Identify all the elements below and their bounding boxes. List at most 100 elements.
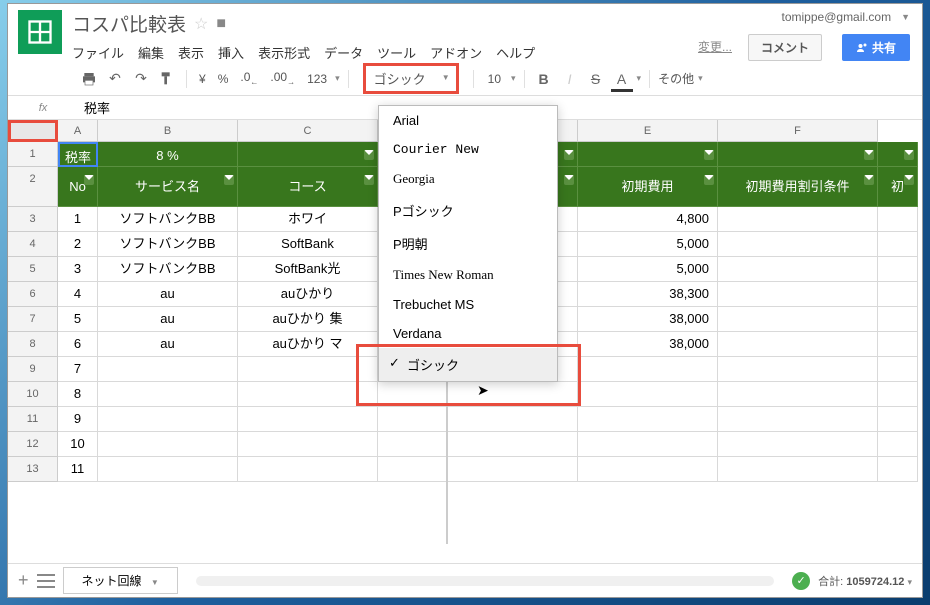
cell[interactable]: 5,000 <box>578 232 718 257</box>
cell[interactable]: ソフトバンクBB <box>98 232 238 257</box>
other-caret-icon[interactable]: ▾ <box>698 73 703 84</box>
cell[interactable]: 10 <box>58 432 98 457</box>
row-header[interactable]: 3 <box>8 207 58 232</box>
cell[interactable]: au <box>98 282 238 307</box>
select-all-corner[interactable] <box>8 120 58 142</box>
cell[interactable]: 2 <box>58 232 98 257</box>
cell[interactable] <box>578 382 718 407</box>
cell[interactable]: 4 <box>58 282 98 307</box>
cell[interactable]: 5 <box>58 307 98 332</box>
dec-increase-button[interactable]: .00→ <box>266 70 299 86</box>
menu-表示形式[interactable]: 表示形式 <box>258 43 310 62</box>
cell[interactable] <box>378 432 578 457</box>
cell[interactable]: 7 <box>58 357 98 382</box>
cell[interactable] <box>718 382 878 407</box>
cell[interactable] <box>878 407 918 432</box>
cell[interactable]: 6 <box>58 332 98 357</box>
cell[interactable] <box>98 382 238 407</box>
row-header[interactable]: 8 <box>8 332 58 357</box>
currency-button[interactable]: ¥ <box>195 72 210 86</box>
cell[interactable] <box>718 142 878 167</box>
menu-ツール[interactable]: ツール <box>377 43 416 62</box>
cell[interactable] <box>878 232 918 257</box>
cell[interactable] <box>578 407 718 432</box>
text-color-button[interactable]: A <box>611 68 633 90</box>
cell[interactable] <box>378 457 578 482</box>
row-header[interactable]: 2 <box>8 167 58 207</box>
cell[interactable] <box>98 357 238 382</box>
font-selector[interactable]: ゴシック ▼ <box>363 63 459 94</box>
print-icon[interactable] <box>78 68 100 90</box>
row-header[interactable]: 10 <box>8 382 58 407</box>
quicksum[interactable]: 合計: 1059724.12 ▾ <box>818 573 912 589</box>
cell[interactable]: 1 <box>58 207 98 232</box>
font-option[interactable]: Trebuchet MS <box>379 290 557 319</box>
menu-編集[interactable]: 編集 <box>138 43 164 62</box>
cell[interactable] <box>878 382 918 407</box>
cell[interactable]: ソフトバンクBB <box>98 257 238 282</box>
share-button[interactable]: 共有 <box>842 34 910 61</box>
cell[interactable]: SoftBank光 <box>238 257 378 282</box>
user-caret-icon[interactable]: ▼ <box>901 12 910 22</box>
cell[interactable] <box>378 407 578 432</box>
dec-decrease-button[interactable]: .0← <box>236 70 262 86</box>
menu-アドオン[interactable]: アドオン <box>430 43 482 62</box>
cell[interactable]: auひかり マ <box>238 332 378 357</box>
add-sheet-button[interactable]: + <box>18 570 29 591</box>
col-header-F[interactable]: F <box>718 120 878 142</box>
other-button[interactable]: その他 <box>658 70 694 87</box>
cell[interactable] <box>718 457 878 482</box>
strike-button[interactable]: S <box>585 68 607 90</box>
cell[interactable]: ホワイ <box>238 207 378 232</box>
percent-button[interactable]: % <box>214 72 233 86</box>
sheets-logo[interactable] <box>18 10 62 54</box>
table-header[interactable]: 初 <box>878 167 918 207</box>
user-email[interactable]: tomippe@gmail.com <box>782 10 892 24</box>
font-size[interactable]: 10 <box>482 72 507 86</box>
table-header[interactable]: 初期費用割引条件 <box>718 167 878 207</box>
cell[interactable] <box>238 407 378 432</box>
cell[interactable]: 5,000 <box>578 257 718 282</box>
cell[interactable] <box>878 357 918 382</box>
numfmt-caret-icon[interactable]: ▾ <box>335 73 340 84</box>
font-option[interactable]: Georgia <box>379 164 557 194</box>
cell[interactable]: auひかり 集 <box>238 307 378 332</box>
paint-format-icon[interactable] <box>156 68 178 90</box>
cell[interactable] <box>878 307 918 332</box>
cell[interactable] <box>98 407 238 432</box>
col-header-C[interactable]: C <box>238 120 378 142</box>
changes-link[interactable]: 変更... <box>698 38 732 55</box>
cell[interactable] <box>878 457 918 482</box>
col-header-A[interactable]: A <box>58 120 98 142</box>
undo-icon[interactable]: ↶ <box>104 68 126 90</box>
fontsize-caret-icon[interactable]: ▾ <box>511 73 516 84</box>
table-header[interactable]: 初期費用 <box>578 167 718 207</box>
cell[interactable] <box>238 382 378 407</box>
cell[interactable] <box>718 432 878 457</box>
cell[interactable] <box>238 457 378 482</box>
cell[interactable] <box>878 332 918 357</box>
all-sheets-button[interactable] <box>37 574 55 588</box>
cell[interactable] <box>98 457 238 482</box>
horizontal-scrollbar[interactable] <box>196 576 774 586</box>
status-check-icon[interactable]: ✓ <box>792 572 810 590</box>
cell[interactable] <box>718 307 878 332</box>
cell[interactable] <box>718 282 878 307</box>
textcolor-caret-icon[interactable]: ▾ <box>637 73 642 84</box>
cell[interactable] <box>718 332 878 357</box>
font-option[interactable]: Times New Roman <box>379 260 557 290</box>
row-header[interactable]: 7 <box>8 307 58 332</box>
row-header[interactable]: 4 <box>8 232 58 257</box>
row-header[interactable]: 6 <box>8 282 58 307</box>
doc-title[interactable]: コスパ比較表 <box>72 10 186 37</box>
cell-tax-value[interactable]: 8 % <box>98 142 238 167</box>
menu-ヘルプ[interactable]: ヘルプ <box>496 43 535 62</box>
star-icon[interactable]: ☆ <box>194 14 208 34</box>
font-option[interactable]: Arial <box>379 106 557 135</box>
cell[interactable] <box>718 232 878 257</box>
cell[interactable]: au <box>98 307 238 332</box>
row-header[interactable]: 12 <box>8 432 58 457</box>
menu-挿入[interactable]: 挿入 <box>218 43 244 62</box>
cell[interactable]: 38,000 <box>578 307 718 332</box>
row-header[interactable]: 1 <box>8 142 58 167</box>
